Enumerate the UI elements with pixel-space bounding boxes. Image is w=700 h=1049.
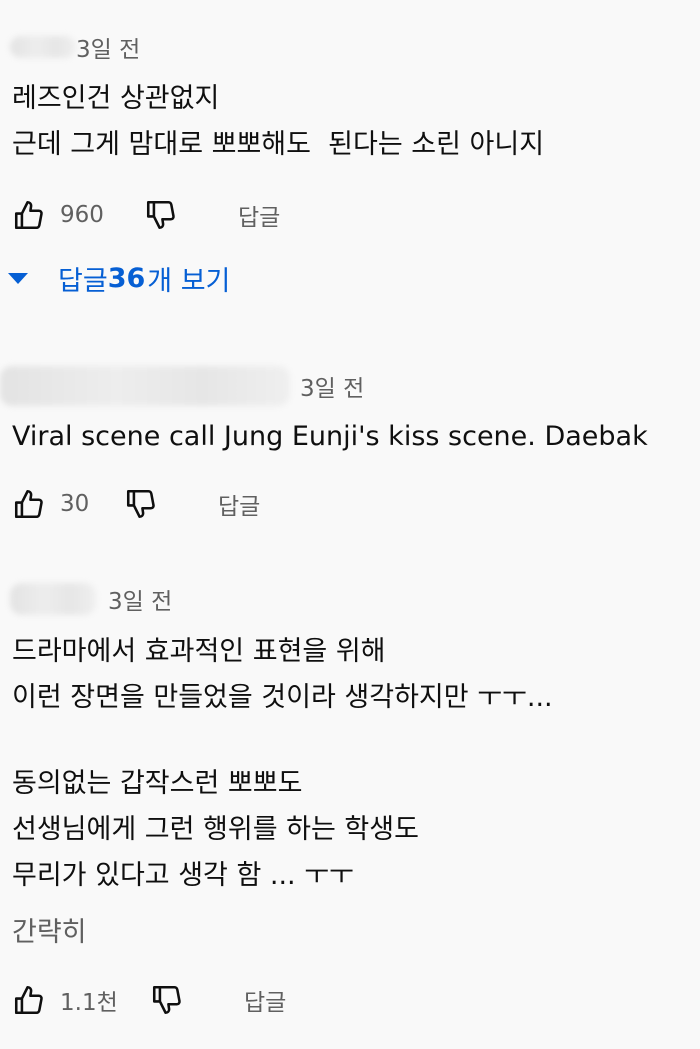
- like-count: 30: [60, 491, 90, 517]
- view-replies-suffix: 개 보기: [147, 266, 231, 297]
- thumb-up-icon[interactable]: [12, 487, 46, 521]
- comment-text-line: 근데 그게 맘대로 뽀뽀해도 된다는 소린 아니지: [12, 129, 545, 160]
- comment-header: 3일 전: [10, 30, 140, 64]
- comment-text-line: 드라마에서 효과적인 표현을 위해: [12, 636, 386, 667]
- author-name-blurred: [0, 366, 290, 406]
- reply-button[interactable]: 답글: [238, 198, 280, 232]
- thumb-up-icon[interactable]: [12, 983, 46, 1017]
- comment-text-line: Viral scene call Jung Eunji's kiss scene…: [12, 421, 648, 452]
- comment-timestamp: 3일 전: [300, 376, 365, 402]
- comment-timestamp: 3일 전: [108, 589, 173, 615]
- comment-timestamp: 3일 전: [76, 37, 141, 63]
- thumb-up-icon[interactable]: [12, 198, 46, 232]
- comment-text-line: 무리가 있다고 생각 함 ... ㅜㅜ: [12, 860, 354, 891]
- comment-actions: 1.1천 답글: [12, 983, 286, 1017]
- view-replies-button[interactable]: 답글 36 개 보기: [8, 259, 230, 298]
- like-count: 960: [60, 202, 104, 228]
- thumb-down-icon[interactable]: [150, 983, 184, 1017]
- comment-actions: 30 답글: [12, 487, 260, 521]
- view-replies-count: 36: [107, 263, 146, 294]
- comment-header: 3일 전: [10, 582, 172, 616]
- thumb-down-icon[interactable]: [124, 487, 158, 521]
- comment-text-line: 레즈인건 상관없지: [12, 83, 220, 114]
- like-count: 1.1천: [60, 990, 118, 1016]
- author-name-blurred: [10, 36, 76, 58]
- comment-text-line: 이런 장면을 만들었을 것이라 생각하지만 ㅜㅜ...: [12, 682, 553, 713]
- thumb-down-icon[interactable]: [144, 198, 178, 232]
- comment-text-line: 선생님에게 그런 행위를 하는 학생도: [12, 814, 419, 845]
- caret-down-icon: [8, 273, 28, 284]
- collapse-button[interactable]: 간략히: [12, 910, 87, 949]
- view-replies-prefix: 답글: [58, 266, 108, 297]
- reply-button[interactable]: 답글: [218, 487, 260, 521]
- author-name-blurred: [10, 583, 96, 615]
- reply-button[interactable]: 답글: [244, 983, 286, 1017]
- comment-header: 3일 전: [0, 366, 364, 406]
- comment-actions: 960 답글: [12, 198, 280, 232]
- comment-text-line: 동의없는 갑작스런 뽀뽀도: [12, 768, 303, 799]
